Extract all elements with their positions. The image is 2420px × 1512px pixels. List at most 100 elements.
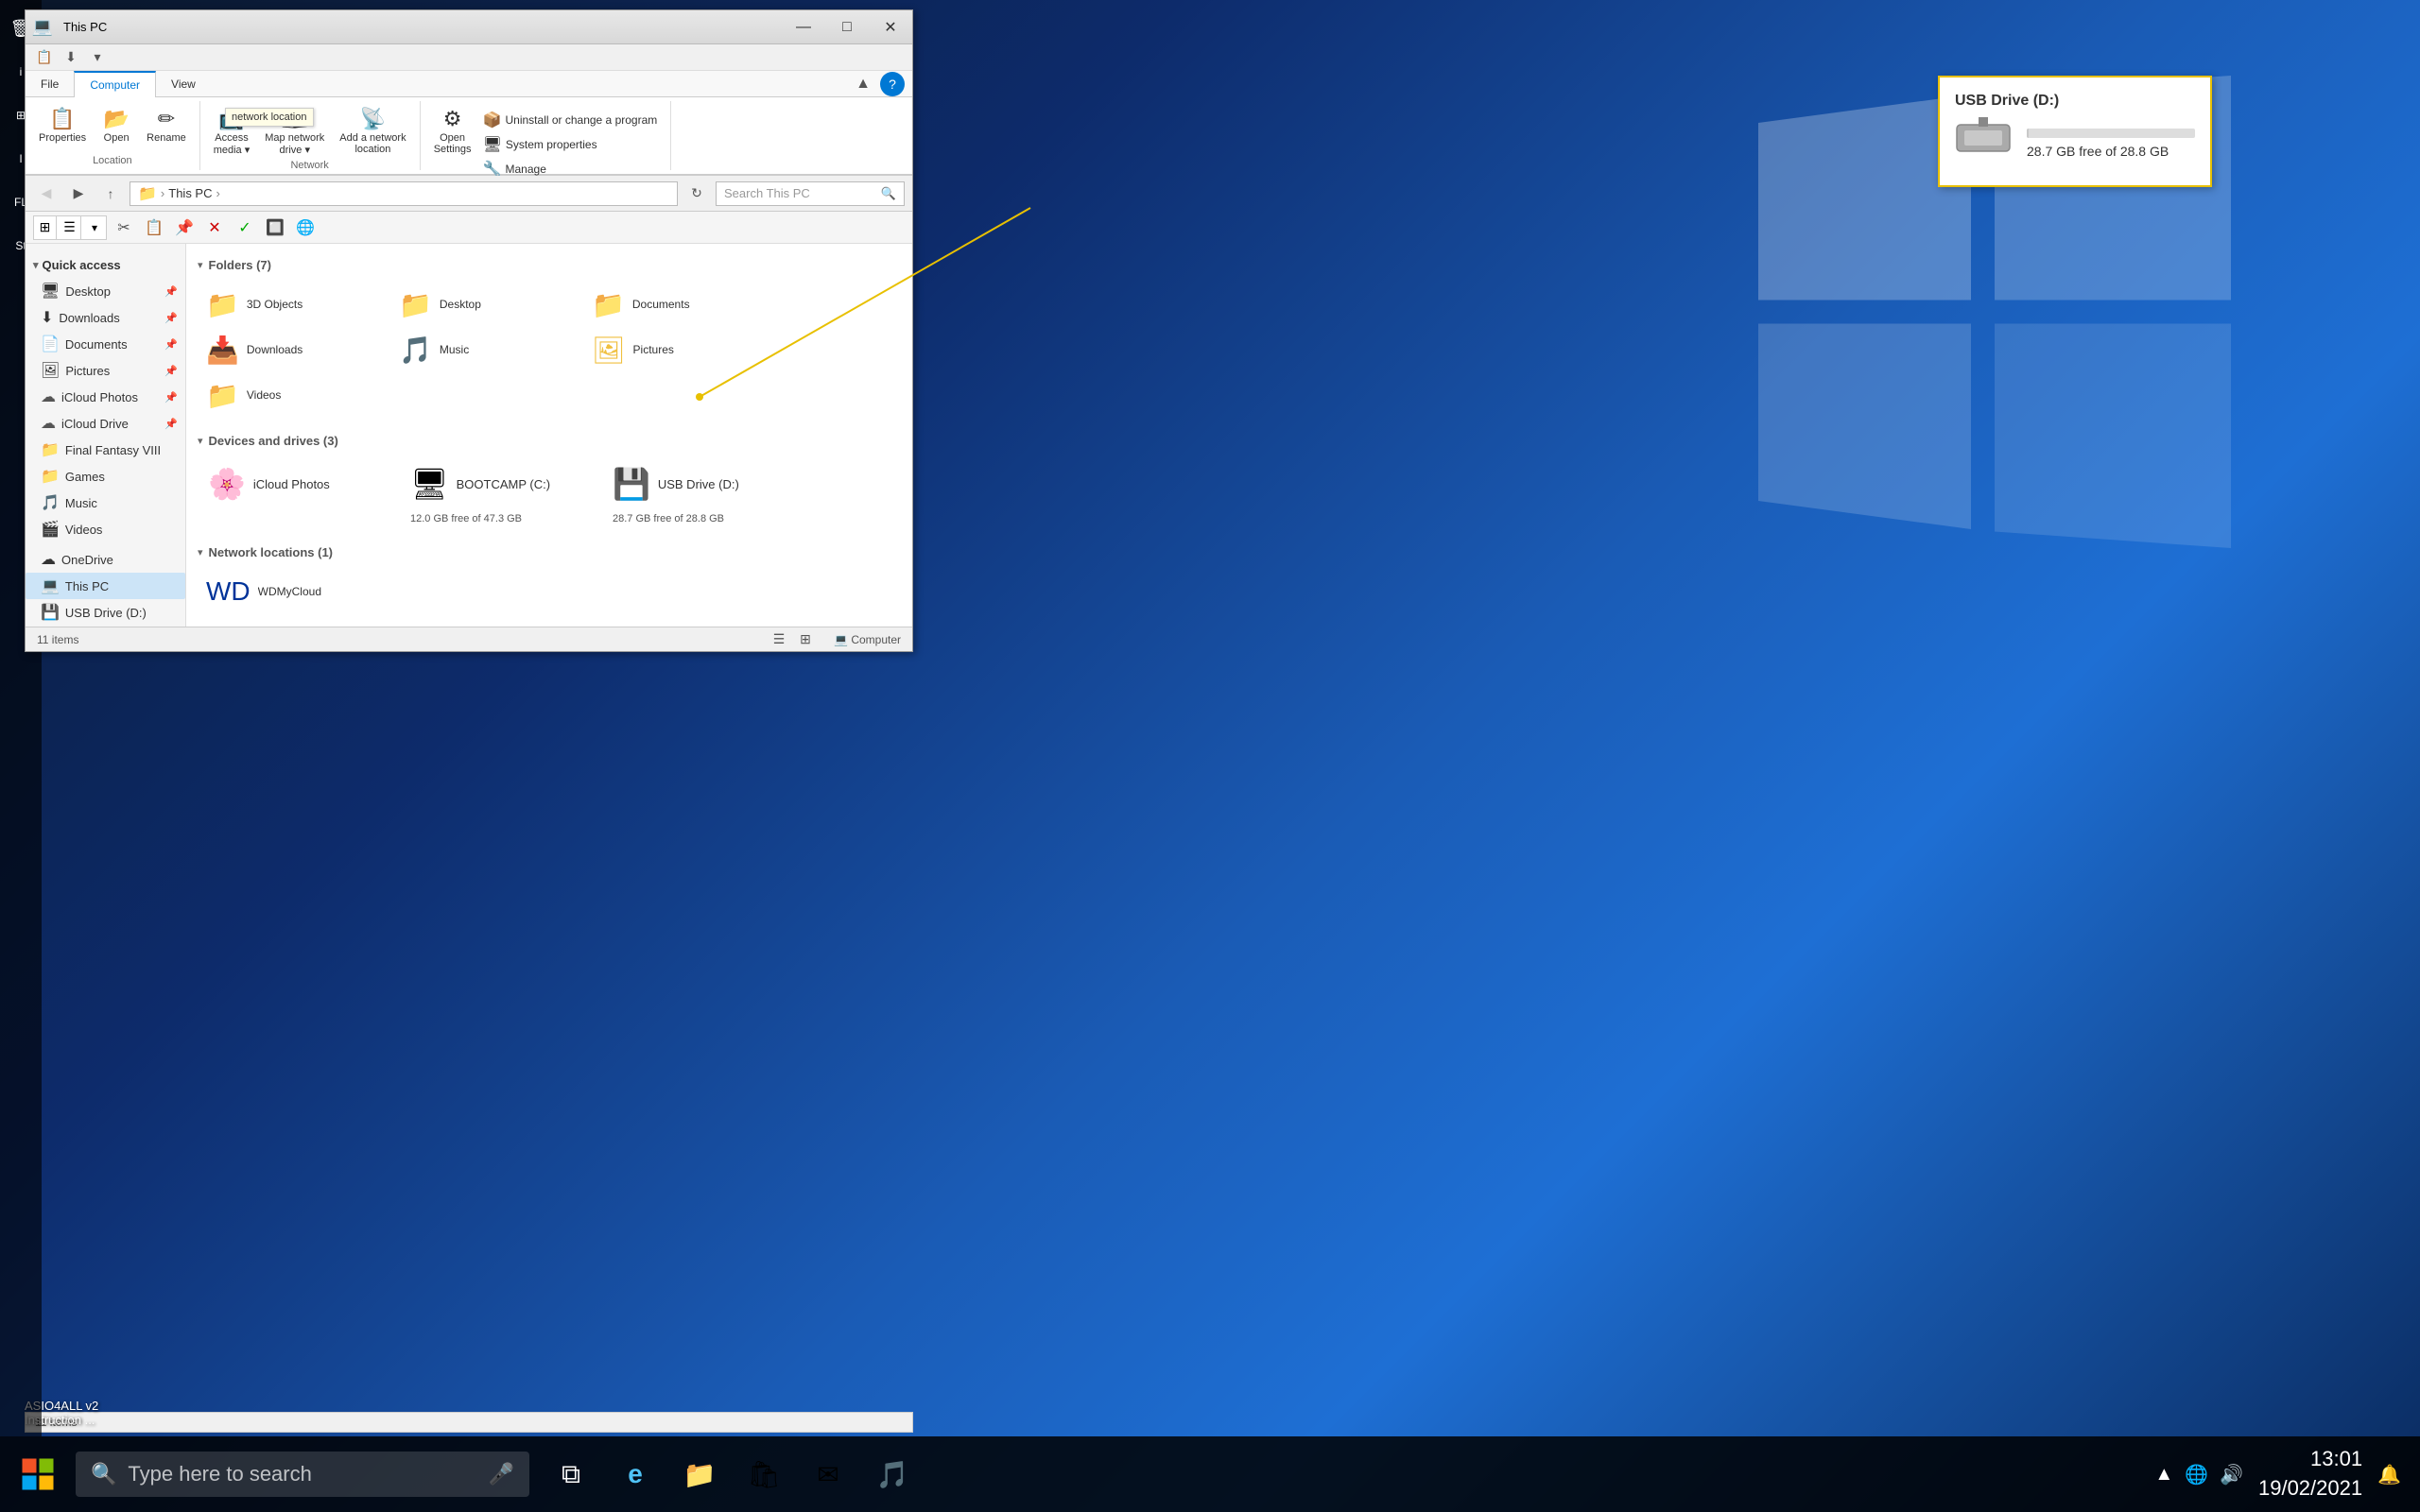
open-file-manager-button[interactable]: 🌐 — [292, 215, 319, 241]
view-details-btn[interactable]: ▾ — [83, 216, 106, 239]
rename-tb-button[interactable]: ✓ — [232, 215, 258, 241]
network-tray-icon[interactable]: 🌐 — [2185, 1463, 2208, 1486]
sidebar-item-pictures[interactable]: 🖼 Pictures 📌 — [26, 357, 185, 384]
close-button[interactable]: ✕ — [869, 10, 912, 44]
devices-section-header[interactable]: ▾ Devices and drives (3) — [198, 427, 901, 454]
maximize-button[interactable]: □ — [825, 10, 869, 44]
taskbar-search[interactable]: 🔍 Type here to search 🎤 — [76, 1452, 529, 1497]
status-list-view-btn[interactable]: ☰ — [769, 630, 788, 649]
sidebar-item-icloud-drive[interactable]: ☁ iCloud Drive 📌 — [26, 410, 185, 437]
sidebar-item-ff8[interactable]: 📁 Final Fantasy VIII — [26, 437, 185, 463]
notification-icon[interactable]: 🔔 — [2377, 1463, 2401, 1486]
folder-pictures-icon: 🖼 — [592, 335, 626, 366]
sidebar-item-videos[interactable]: 🎬 Videos — [26, 516, 185, 542]
ribbon-group-system: ⚙ OpenSettings 📦 Uninstall or change a p… — [421, 101, 672, 170]
sidebar-item-documents[interactable]: 📄 Documents 📌 — [26, 331, 185, 357]
paste-button[interactable]: 📌 — [171, 215, 198, 241]
pin-icon-docs: 📌 — [164, 338, 178, 351]
tab-file[interactable]: File — [26, 71, 74, 97]
sidebar-item-icloud-photos[interactable]: ☁ iCloud Photos 📌 — [26, 384, 185, 410]
qat-more-button[interactable]: ▾ — [86, 46, 109, 69]
uninstall-program-button[interactable]: 📦 Uninstall or change a program — [477, 109, 664, 131]
copy-button[interactable]: 📋 — [141, 215, 167, 241]
store-button[interactable]: 🛍 — [734, 1444, 794, 1504]
device-usb-drive[interactable]: 💾 USB Drive (D:) 28.7 GB free of 28.8 GB — [602, 459, 801, 527]
edge-button[interactable]: e — [605, 1444, 666, 1504]
path-recent: 📁 — [138, 184, 157, 203]
music-button[interactable]: 🎵 — [862, 1444, 923, 1504]
open-settings-button[interactable]: ⚙ OpenSettings — [428, 105, 477, 159]
games-folder-icon: 📁 — [41, 467, 60, 486]
qat-properties-button[interactable]: 📋 — [33, 46, 56, 69]
search-mic-icon: 🔍 — [91, 1462, 116, 1486]
quick-access-chevron: ▾ — [33, 259, 39, 271]
usb-drive-info: 28.7 GB free of 28.8 GB — [613, 513, 790, 524]
network-section-header[interactable]: ▾ Network locations (1) — [198, 539, 901, 565]
ribbon-tabs: File Computer View ▲ ? — [26, 71, 912, 97]
tab-view[interactable]: View — [156, 71, 211, 97]
device-icloud-photos[interactable]: 🌸 iCloud Photos — [198, 459, 396, 527]
search-box[interactable]: Search This PC 🔍 — [716, 181, 905, 206]
quick-access-label: Quick access — [43, 258, 121, 272]
edge-icon: e — [628, 1459, 643, 1489]
properties-button[interactable]: 📋 Properties — [33, 105, 92, 147]
ribbon-collapse-button[interactable]: ▲ — [852, 73, 874, 95]
file-explorer-taskbar-button[interactable]: 📁 — [669, 1444, 730, 1504]
folder-videos[interactable]: 📁 Videos — [198, 374, 387, 416]
back-button[interactable]: ◀ — [33, 180, 60, 207]
folder-3d-objects[interactable]: 📁 3D Objects — [198, 284, 387, 325]
view-small-icons-btn[interactable]: ☰ — [59, 216, 81, 239]
pictures-icon: 🖼 — [41, 361, 60, 380]
desktop-icon: 🖥 — [41, 282, 60, 301]
main-area: ▾ Quick access 🖥 Desktop 📌 ⬇ Downloads 📌… — [26, 244, 912, 627]
volume-tray-icon[interactable]: 🔊 — [2220, 1463, 2243, 1486]
minimize-button[interactable]: — — [782, 10, 825, 44]
folder-documents[interactable]: 📁 Documents — [583, 284, 772, 325]
task-view-button[interactable]: ⧉ — [541, 1444, 601, 1504]
folder-desktop[interactable]: 📁 Desktop — [390, 284, 579, 325]
sidebar-item-music[interactable]: 🎵 Music — [26, 490, 185, 516]
sidebar-item-games[interactable]: 📁 Games — [26, 463, 185, 490]
rename-button[interactable]: ✏ Rename — [141, 105, 192, 147]
folder-music-icon: 🎵 — [399, 335, 432, 366]
title-bar: 💻 This PC — □ ✕ — [26, 10, 912, 44]
system-properties-button[interactable]: 🖥 System properties — [477, 133, 664, 156]
tray-arrow-icon[interactable]: ▲ — [2154, 1464, 2173, 1486]
quick-access-header[interactable]: ▾ Quick access — [26, 251, 185, 278]
up-button[interactable]: ↑ — [97, 180, 124, 207]
second-status-bar: 11 items — [25, 1412, 913, 1433]
tab-computer[interactable]: Computer — [74, 71, 156, 97]
taskbar-search-placeholder: Type here to search — [128, 1462, 311, 1486]
forward-button[interactable]: ▶ — [65, 180, 92, 207]
device-bootcamp[interactable]: 🖥 BOOTCAMP (C:) 12.0 GB free of 47.3 GB — [400, 459, 598, 527]
icloud-photos-drive-icon: 🌸 — [208, 466, 246, 502]
add-network-location-button[interactable]: 📡 Add a networklocation — [334, 105, 411, 159]
folder-music[interactable]: 🎵 Music — [390, 329, 579, 370]
open-button[interactable]: 📂 Open — [95, 105, 137, 147]
mail-button[interactable]: ✉ — [798, 1444, 858, 1504]
folders-section-header[interactable]: ▾ Folders (7) — [198, 251, 901, 278]
cut-button[interactable]: ✂ — [111, 215, 137, 241]
sidebar-item-onedrive[interactable]: ☁ OneDrive — [26, 546, 185, 573]
music-folder-icon: 🎵 — [41, 493, 60, 512]
start-button[interactable] — [0, 1436, 76, 1512]
properties-tb-button[interactable]: 🔲 — [262, 215, 288, 241]
view-large-icons-btn[interactable]: ⊞ — [34, 216, 57, 239]
taskbar-time[interactable]: 13:01 19/02/2021 — [2258, 1445, 2362, 1503]
status-grid-view-btn[interactable]: ⊞ — [796, 630, 815, 649]
qat-down-button[interactable]: ⬇ — [60, 46, 82, 69]
documents-icon: 📄 — [41, 335, 60, 353]
address-path[interactable]: 📁 › This PC › — [130, 181, 678, 206]
mail-icon: ✉ — [817, 1459, 838, 1490]
sidebar-item-usb-drive[interactable]: 💾 USB Drive (D:) — [26, 599, 185, 626]
delete-button[interactable]: ✕ — [201, 215, 228, 241]
folder-pictures[interactable]: 🖼 Pictures — [583, 329, 772, 370]
refresh-button[interactable]: ↻ — [683, 180, 710, 207]
sidebar-item-this-pc[interactable]: 💻 This PC — [26, 573, 185, 599]
status-location: 💻 Computer — [834, 633, 901, 646]
network-wdmycloud[interactable]: WD WDMyCloud — [198, 571, 387, 612]
folder-downloads[interactable]: 📥 Downloads — [198, 329, 387, 370]
sidebar-item-downloads[interactable]: ⬇ Downloads 📌 — [26, 304, 185, 331]
help-button[interactable]: ? — [880, 72, 905, 96]
sidebar-item-desktop[interactable]: 🖥 Desktop 📌 — [26, 278, 185, 304]
